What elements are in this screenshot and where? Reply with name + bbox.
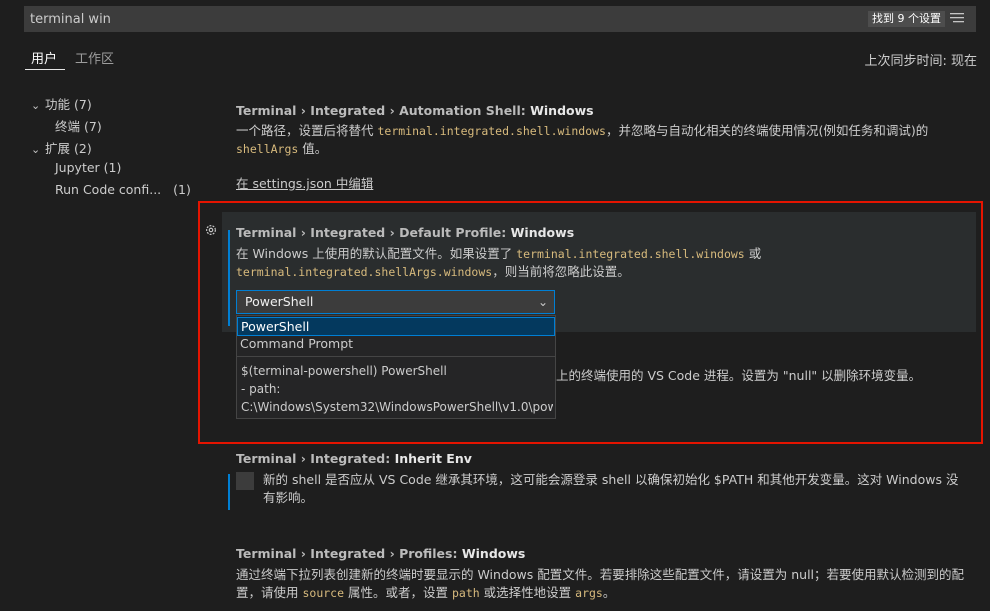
- sync-status: 上次同步时间: 现在: [864, 54, 977, 69]
- setting-description-inherit-env: 新的 shell 是否应从 VS Code 继承其环境，这可能会源登录 shel…: [263, 472, 959, 505]
- toc-label: 功能: [45, 97, 71, 112]
- setting-description-automation-shell: 一个路径，设置后将替代 terminal.integrated.shell.wi…: [236, 123, 929, 156]
- toc-count: (7): [84, 119, 102, 134]
- toc-item-terminal[interactable]: 终端 (7): [55, 116, 102, 135]
- tab-user[interactable]: 用户: [31, 48, 57, 70]
- chevron-down-icon: ⌄: [31, 99, 41, 112]
- toc-count: (1): [103, 160, 122, 175]
- toc-label: Jupyter: [55, 160, 100, 175]
- setting-description-profiles-windows: 通过终端下拉列表创建新的终端时要显示的 Windows 配置文件。若要排除这些配…: [236, 567, 965, 600]
- tab-workspace[interactable]: 工作区: [75, 48, 114, 70]
- setting-title-inherit-env: Terminal › Integrated: Inherit Env: [236, 451, 472, 466]
- inherit-env-checkbox[interactable]: [236, 472, 254, 490]
- modified-indicator: [228, 474, 230, 510]
- toc-item-extensions[interactable]: ⌄ 扩展 (2): [31, 138, 92, 157]
- setting-title-automation-shell: Terminal › Integrated › Automation Shell…: [236, 103, 594, 118]
- chevron-down-icon: ⌄: [31, 143, 41, 156]
- edit-in-settings-json-link[interactable]: 在 settings.json 中编辑: [236, 173, 373, 192]
- toc-count: (1): [173, 182, 191, 197]
- toc-count: (7): [74, 97, 92, 112]
- toc-label: 扩展: [45, 141, 71, 156]
- toc-count: (2): [74, 141, 92, 156]
- toc-label: Run Code confi...: [55, 182, 162, 197]
- setting-title-profiles-windows: Terminal › Integrated › Profiles: Window…: [236, 546, 526, 561]
- filter-icon[interactable]: [950, 12, 964, 24]
- active-tab-indicator: [25, 69, 65, 70]
- toc-item-features[interactable]: ⌄ 功能 (7): [31, 94, 92, 113]
- search-input[interactable]: [30, 8, 850, 30]
- toc-item-jupyter[interactable]: Jupyter (1): [55, 160, 121, 175]
- results-count-badge: 找到 9 个设置: [868, 11, 945, 27]
- toc-label: 终端: [55, 119, 81, 134]
- toc-item-run-code[interactable]: Run Code confi... (1): [55, 182, 191, 197]
- annotation-highlight-box: [198, 201, 983, 444]
